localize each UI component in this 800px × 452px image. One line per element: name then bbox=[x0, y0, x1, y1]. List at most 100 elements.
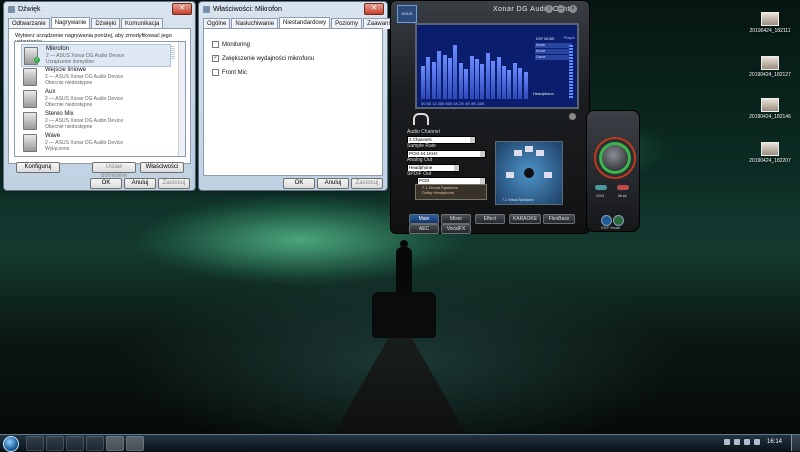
desktop-file-icon[interactable]: 20190424_182127 bbox=[740, 56, 800, 78]
minimize-icon[interactable]: – bbox=[557, 5, 565, 13]
list-item[interactable]: Aux 2 — ASUS Xonar DG Audio Device Obecn… bbox=[21, 88, 169, 109]
sound-window[interactable]: Dźwięk ✕ Odtwarzanie Nagrywanie Dźwięki … bbox=[3, 1, 196, 191]
taskbar: 16:14 bbox=[0, 434, 800, 452]
mute-label: Mute bbox=[618, 193, 627, 198]
eq-bar bbox=[469, 56, 474, 99]
ok-button[interactable]: OK bbox=[283, 178, 315, 189]
eq-bar bbox=[485, 53, 490, 99]
tray-network-icon[interactable] bbox=[734, 439, 740, 445]
audio-channel-label: Audio Channel bbox=[407, 129, 440, 135]
spdif-dropdown-list[interactable]: 7.1 Virtual Speakers Dolby Headphone bbox=[415, 184, 487, 200]
checkbox-box[interactable] bbox=[212, 69, 219, 76]
list-item[interactable]: Wejście liniowe 2 — ASUS Xonar DG Audio … bbox=[21, 66, 169, 87]
device-name: Stereo Mix bbox=[45, 111, 74, 117]
volume-knob[interactable] bbox=[596, 139, 634, 177]
set-default-button[interactable]: Ustaw domyślne bbox=[92, 162, 136, 179]
checkbox-label: Front Mic bbox=[222, 69, 248, 76]
list-item[interactable]: ✓ Mikrofon 2 — ASUS Xonar DG Audio Devic… bbox=[21, 44, 171, 67]
properties-button[interactable]: Właściwości bbox=[140, 162, 184, 173]
file-label: 20190424_182146 bbox=[749, 114, 791, 120]
tab-vocalfx[interactable]: VocalFX bbox=[441, 224, 471, 234]
tray-flag-icon[interactable] bbox=[724, 439, 730, 445]
xonar-side-panel[interactable]: SVN Mute DSP Mode bbox=[586, 110, 640, 232]
eq-bar bbox=[502, 66, 506, 99]
checkbox-box-checked[interactable]: ✓ bbox=[212, 55, 219, 62]
eq-bar bbox=[442, 55, 447, 99]
sound-window-titlebar[interactable]: Dźwięk bbox=[4, 2, 195, 16]
taskbar-xonar-icon[interactable] bbox=[126, 436, 144, 451]
tray-battery-icon[interactable] bbox=[754, 439, 760, 445]
desktop-file-icon[interactable]: 20190424_182146 bbox=[740, 98, 800, 120]
car-silhouette bbox=[372, 292, 436, 338]
eq-bar bbox=[523, 72, 528, 99]
default-check-icon: ✓ bbox=[34, 57, 40, 63]
mute-button[interactable] bbox=[617, 185, 629, 190]
close-button[interactable]: ✕ bbox=[172, 3, 192, 15]
tab-flexbass[interactable]: FlexBass bbox=[543, 214, 575, 224]
eq-bar bbox=[491, 61, 496, 99]
xonar-audio-center[interactable]: ASUS Xonar DG Audio Center i – × 30 60 1… bbox=[390, 0, 590, 234]
show-desktop-button[interactable] bbox=[791, 435, 800, 451]
front-mic-checkbox[interactable]: Front Mic bbox=[212, 69, 247, 76]
spdif-option[interactable]: Dolby Headphone bbox=[416, 190, 486, 195]
dsp-mode-game[interactable]: Game bbox=[535, 55, 572, 60]
taskbar-sound-icon[interactable] bbox=[106, 436, 124, 451]
tab-effect[interactable]: Effect bbox=[475, 214, 505, 224]
ok-button[interactable]: OK bbox=[90, 178, 122, 189]
configure-button[interactable]: Konfiguruj bbox=[16, 162, 60, 173]
taskbar-steam-icon[interactable] bbox=[86, 436, 104, 451]
dsp-mode-music[interactable]: Music bbox=[535, 43, 572, 48]
eq-bar bbox=[453, 45, 458, 99]
info-icon[interactable]: i bbox=[545, 5, 553, 13]
mic-window-titlebar[interactable]: Właściwości: Mikrofon bbox=[199, 2, 387, 16]
close-button[interactable]: ✕ bbox=[364, 3, 384, 15]
dsp-mode-movie[interactable]: Movie bbox=[535, 49, 572, 54]
mic-properties-window[interactable]: Właściwości: Mikrofon ✕ Ogólne Nasłuchiw… bbox=[198, 1, 414, 191]
list-item[interactable]: Wave 2 — ASUS Xonar DG Audio Device Wyłą… bbox=[21, 132, 169, 153]
tray-volume-icon[interactable] bbox=[744, 439, 750, 445]
mic-boost-checkbox[interactable]: ✓ Zwiększenie wydajności mikrofonu bbox=[212, 55, 314, 62]
person-silhouette bbox=[396, 240, 412, 295]
list-item[interactable]: Stereo Mix 2 — ASUS Xonar DG Audio Devic… bbox=[21, 110, 169, 131]
device-name: Aux bbox=[45, 89, 56, 95]
level-meter bbox=[171, 46, 175, 60]
scroll-knob-icon[interactable] bbox=[569, 113, 576, 120]
chevron-down-icon bbox=[454, 165, 459, 171]
taskbar-folder-icon[interactable] bbox=[46, 436, 64, 451]
road-image bbox=[330, 330, 470, 440]
close-icon[interactable]: × bbox=[569, 5, 577, 13]
speaker-layout[interactable]: 7.1 Virtual Speakers bbox=[495, 141, 563, 205]
desktop-file-icon[interactable]: 20190424_182111 bbox=[740, 12, 800, 34]
headphone-icon[interactable] bbox=[413, 113, 429, 125]
clock[interactable]: 16:14 bbox=[767, 439, 782, 445]
audio-channel-value: 2 Channels bbox=[409, 137, 432, 142]
system-tray bbox=[724, 439, 760, 445]
aux-icon bbox=[23, 90, 37, 108]
wave-icon bbox=[23, 134, 37, 152]
tab-main[interactable]: Main bbox=[409, 214, 439, 224]
image-file-icon bbox=[761, 12, 779, 26]
taskbar-app-icon[interactable] bbox=[66, 436, 84, 451]
cancel-button[interactable]: Anuluj bbox=[124, 178, 156, 189]
device-status: Obecnie niedostępne bbox=[45, 124, 93, 130]
apply-button[interactable]: Zastosuj bbox=[351, 178, 383, 189]
monitoring-checkbox[interactable]: Monitoring bbox=[212, 41, 250, 48]
desktop-file-icon[interactable]: 20190424_182207 bbox=[740, 142, 800, 164]
checkbox-label: Zwiększenie wydajności mikrofonu bbox=[222, 55, 315, 62]
image-file-icon bbox=[761, 56, 779, 70]
cancel-button[interactable]: Anuluj bbox=[317, 178, 349, 189]
speaker-icon bbox=[514, 150, 522, 156]
svn-button[interactable] bbox=[595, 185, 607, 190]
apply-button[interactable]: Zastosuj bbox=[158, 178, 190, 189]
eq-bar bbox=[437, 51, 442, 99]
tab-aec[interactable]: AEC bbox=[409, 224, 439, 234]
checkbox-box[interactable] bbox=[212, 41, 219, 48]
checkbox-label: Monitoring bbox=[222, 41, 251, 48]
taskbar-browser-icon[interactable] bbox=[26, 436, 44, 451]
device-name: Mikrofon bbox=[46, 46, 70, 52]
scrollbar[interactable] bbox=[178, 42, 185, 156]
image-file-icon bbox=[761, 142, 779, 156]
device-list[interactable]: ✓ Mikrofon 2 — ASUS Xonar DG Audio Devic… bbox=[14, 41, 186, 157]
tab-karaoke[interactable]: KARAOKE bbox=[509, 214, 541, 224]
tab-mixer[interactable]: Mixer bbox=[441, 214, 471, 224]
